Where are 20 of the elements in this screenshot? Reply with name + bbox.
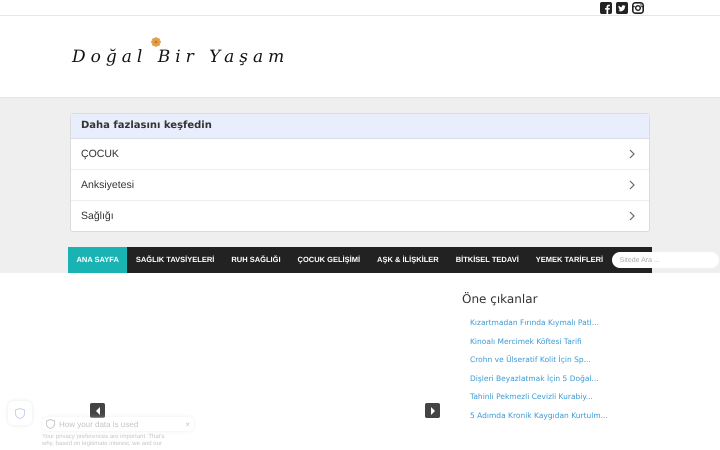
topic-link[interactable]: Anksiyetesi bbox=[71, 170, 649, 201]
topic-link[interactable]: ÇOCUK bbox=[71, 139, 649, 170]
site-logo[interactable]: Doğal Bir Yaşam bbox=[72, 46, 290, 66]
next-button[interactable] bbox=[425, 403, 440, 418]
section-title: Öne çıkanlar bbox=[462, 292, 538, 306]
flower-icon bbox=[150, 36, 162, 48]
chevron-right-icon bbox=[629, 180, 635, 190]
twitter-icon bbox=[616, 2, 628, 14]
topic-link[interactable]: Sağlığı bbox=[71, 201, 649, 231]
caret-right-icon bbox=[430, 406, 436, 414]
facebook-icon bbox=[600, 2, 612, 14]
privacy-title: How your data is used bbox=[59, 420, 140, 428]
shield-icon bbox=[15, 408, 25, 418]
instagram-icon bbox=[632, 2, 644, 14]
previous-button[interactable] bbox=[90, 403, 105, 418]
caret-left-icon bbox=[94, 406, 100, 414]
chevron-right-icon bbox=[629, 149, 635, 159]
shield-icon bbox=[46, 419, 55, 429]
card-title: Daha fazlasını keşfedin bbox=[71, 114, 649, 139]
chevron-right-icon bbox=[629, 211, 635, 221]
